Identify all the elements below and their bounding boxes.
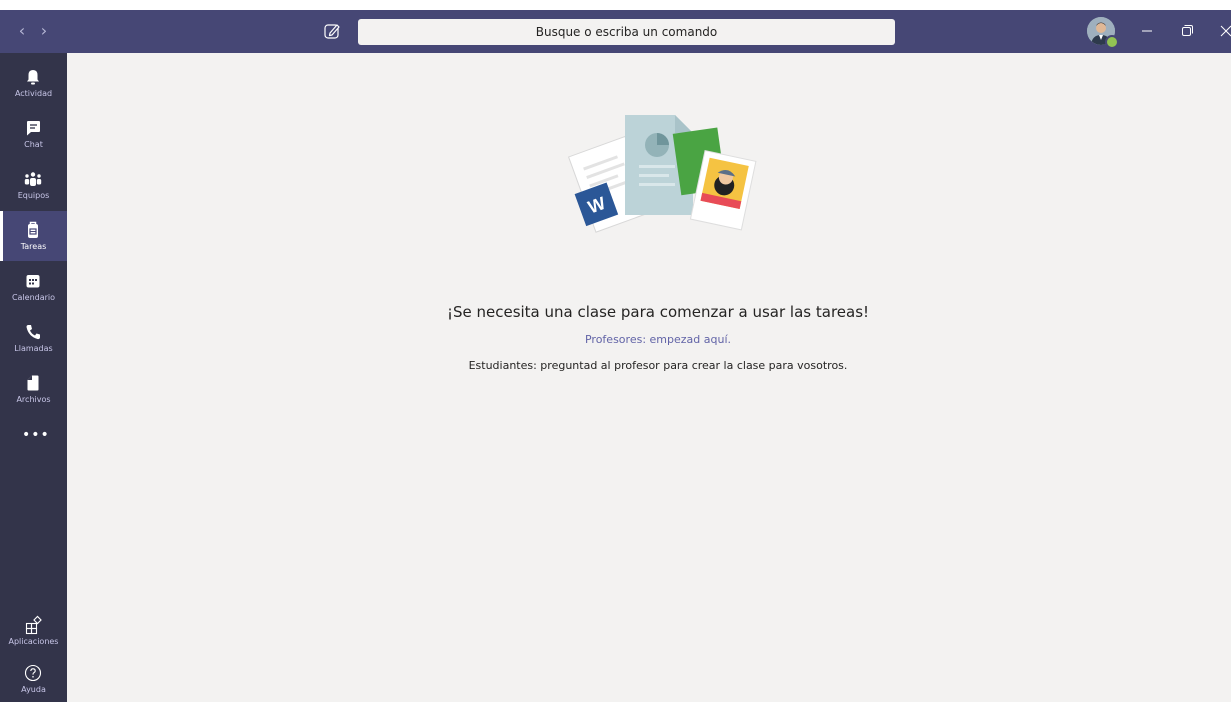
- presence-available-icon: [1105, 35, 1119, 49]
- title-bar: ‹ › Busque o escriba un comando: [0, 10, 1231, 53]
- documents-illustration: W: [567, 115, 757, 233]
- rail-item-label: Chat: [24, 140, 43, 149]
- app-bar: Actividad Chat Equipos Tareas Calendario…: [0, 53, 67, 702]
- rail-item-calendario[interactable]: Calendario: [0, 262, 67, 312]
- close-icon[interactable]: [1214, 19, 1231, 43]
- students-info-text: Estudiantes: preguntad al profesor para …: [468, 359, 848, 372]
- search-input[interactable]: Busque o escriba un comando: [358, 19, 895, 45]
- rail-item-label: Llamadas: [14, 344, 53, 353]
- rail-item-label: Equipos: [17, 191, 50, 200]
- apps-icon: [23, 615, 43, 635]
- phone-icon: [23, 322, 43, 342]
- compose-icon[interactable]: [322, 21, 342, 41]
- rail-item-label: Tareas: [20, 242, 47, 251]
- minimize-icon[interactable]: [1135, 19, 1159, 43]
- teams-icon: [23, 169, 43, 189]
- rail-item-actividad[interactable]: Actividad: [0, 58, 67, 108]
- help-icon: [23, 663, 43, 683]
- chevron-left-icon[interactable]: ‹: [14, 21, 30, 41]
- teams-window: ‹ › Busque o escriba un comando Activida…: [0, 10, 1231, 702]
- rail-item-archivos[interactable]: Archivos: [0, 364, 67, 414]
- more-apps-icon[interactable]: •••: [22, 427, 49, 443]
- rail-item-chat[interactable]: Chat: [0, 109, 67, 159]
- bell-icon: [23, 67, 43, 87]
- rail-item-label: Ayuda: [21, 685, 46, 694]
- rail-item-label: Archivos: [16, 395, 51, 404]
- calendar-icon: [23, 271, 43, 291]
- assignments-empty-state: W ¡Se necesita una clase para comenzar a…: [67, 53, 1231, 702]
- maximize-icon[interactable]: [1175, 19, 1199, 43]
- chat-icon: [23, 118, 43, 138]
- rail-item-label: Aplicaciones: [8, 637, 59, 646]
- chevron-right-icon[interactable]: ›: [36, 21, 52, 41]
- search-box[interactable]: Busque o escriba un comando: [358, 19, 895, 45]
- file-icon: [23, 373, 43, 393]
- assignments-icon: [23, 220, 43, 240]
- rail-item-label: Actividad: [14, 89, 53, 98]
- rail-item-equipos[interactable]: Equipos: [0, 160, 67, 210]
- rail-item-aplicaciones[interactable]: Aplicaciones: [0, 606, 67, 656]
- rail-item-label: Calendario: [11, 293, 56, 302]
- rail-item-ayuda[interactable]: Ayuda: [0, 654, 67, 702]
- rail-item-tareas[interactable]: Tareas: [0, 211, 67, 261]
- rail-item-llamadas[interactable]: Llamadas: [0, 313, 67, 363]
- empty-state-heading: ¡Se necesita una clase para comenzar a u…: [446, 303, 870, 321]
- teachers-start-link[interactable]: Profesores: empezad aquí.: [67, 333, 1231, 346]
